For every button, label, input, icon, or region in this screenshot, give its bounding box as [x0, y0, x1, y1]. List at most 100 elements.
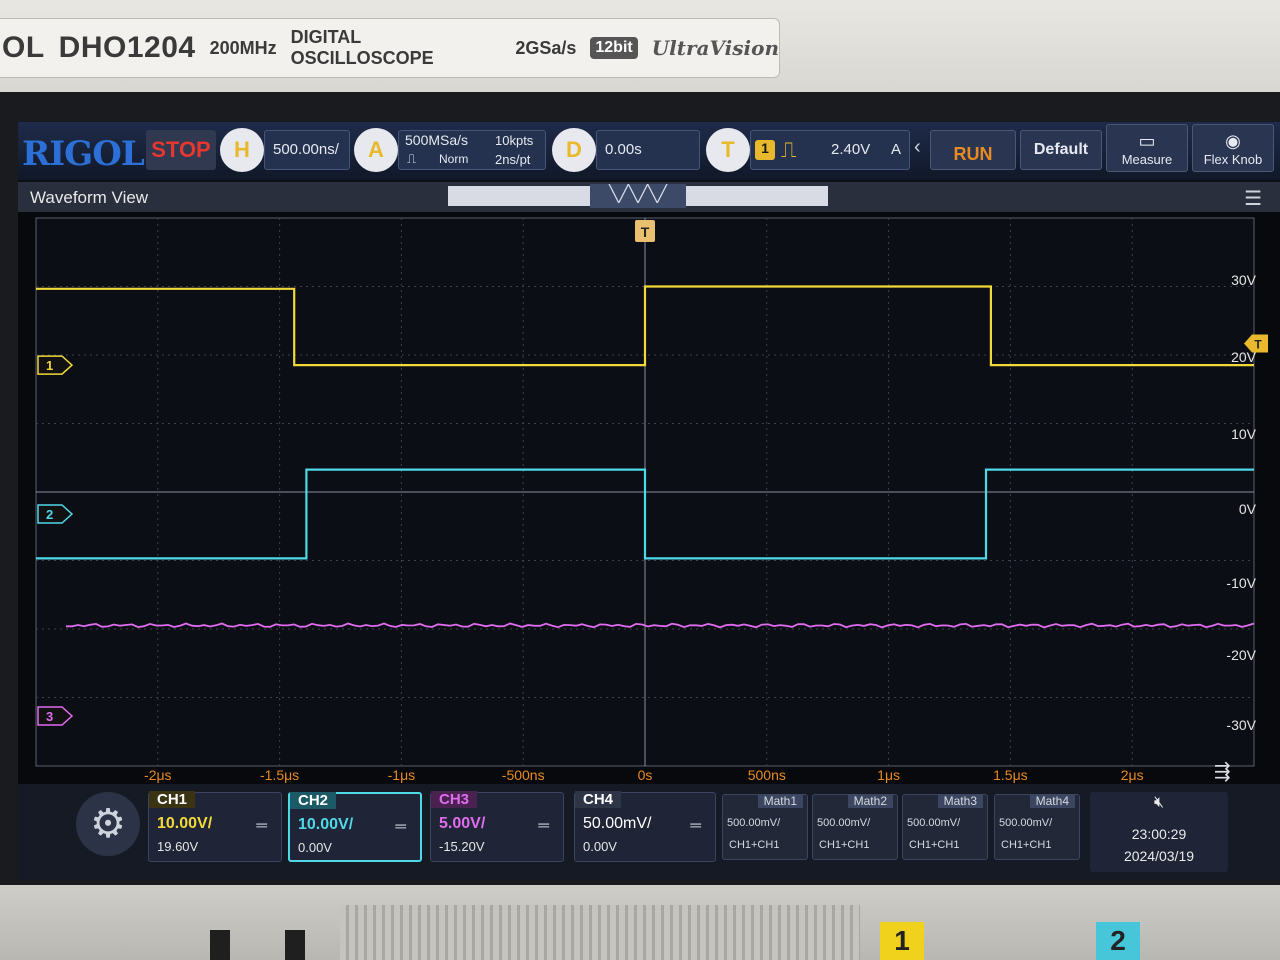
time-tick-label: 500ns [748, 767, 786, 783]
ch3-offset-marker-label: 3 [46, 709, 53, 724]
math3-source: CH1+CH1 [909, 839, 960, 851]
time-tick-label: 1μs [877, 767, 900, 783]
ch4-box[interactable]: CH4 50.00mV/ ═ 0.00V [574, 791, 716, 862]
voltage-tick-label: 30V [1231, 272, 1257, 288]
chevron-left-icon[interactable]: ‹ [914, 136, 921, 159]
delay-box[interactable]: 0.00s [596, 130, 700, 170]
trigger-source: 1 [755, 140, 775, 160]
run-button[interactable]: RUN [930, 130, 1016, 170]
clock-time: 23:00:29 [1131, 826, 1187, 842]
ch1-box[interactable]: CH1 10.00V/ ═ 19.60V [148, 791, 282, 862]
math2-box[interactable]: Math2 500.00mV/ CH1+CH1 [812, 794, 898, 860]
time-tick-label: -2μs [144, 767, 172, 783]
speaker-muted-icon[interactable]: 🔇︎ [1090, 794, 1228, 812]
acquire-box[interactable]: 500MSa/s ⎍ Norm 10kpts 2ns/pt [398, 130, 546, 170]
math2-source: CH1+CH1 [819, 839, 870, 851]
gear-icon[interactable]: ⚙ [76, 792, 140, 856]
time-tick-label: 2μs [1121, 767, 1144, 783]
oscilloscope-screen: RIGOL STOP H 500.00ns/ A 500MSa/s ⎍ Norm… [18, 122, 1280, 880]
timebase-value: 500.00ns/ [273, 141, 339, 158]
clock-date: 2024/03/19 [1123, 848, 1195, 864]
ch1-name: CH1 [149, 791, 196, 808]
bandwidth-label: 200MHz [209, 37, 277, 58]
math1-source: CH1+CH1 [729, 839, 780, 851]
knob-icon: ◉ [1225, 131, 1241, 151]
time-per-point-value: 2ns/pt [495, 152, 531, 167]
model-prefix: OL [2, 31, 45, 64]
math2-name: Math2 [847, 794, 893, 808]
trigger-level-value: 2.40V [831, 141, 871, 158]
ch3-box[interactable]: CH3 5.00V/ ═ -15.20V [430, 791, 564, 862]
ch2-name: CH2 [290, 792, 337, 809]
ch2-scale: 10.00V/ [298, 816, 354, 833]
default-button[interactable]: Default [1020, 130, 1102, 170]
brand-plate: OL DHO1204 200MHz DIGITAL OSCILLOSCOPE 2… [0, 18, 780, 78]
ultravision-logo: UltraVision [651, 36, 779, 60]
ch1-offset-marker-label: 1 [46, 358, 53, 373]
time-tick-label: -500ns [502, 767, 545, 783]
front-key[interactable] [285, 930, 305, 960]
ch3-coupling-icon: ═ [538, 817, 549, 834]
trigger-level-label: T [1254, 338, 1262, 352]
ch1-front-key[interactable]: 1 [880, 922, 924, 960]
ch1-scale: 10.00V/ [157, 815, 213, 832]
memory-depth-value: 10kpts [495, 133, 534, 148]
device-type-label: DIGITAL OSCILLOSCOPE [290, 27, 434, 68]
time-tick-label: -1.5μs [260, 767, 299, 783]
ch1-coupling-icon: ═ [256, 817, 267, 834]
flex-knob-button[interactable]: ◉ Flex Knob [1192, 124, 1274, 172]
voltage-tick-label: -30V [1226, 717, 1256, 733]
trigger-icon[interactable]: T [706, 128, 750, 172]
top-toolbar: RIGOL STOP H 500.00ns/ A 500MSa/s ⎍ Norm… [18, 122, 1280, 180]
math1-scale: 500.00mV/ [727, 817, 781, 829]
front-key[interactable] [210, 930, 230, 960]
ch2-front-key[interactable]: 2 [1096, 922, 1140, 960]
flex-knob-button-label: Flex Knob [1203, 152, 1263, 167]
ch2-box[interactable]: CH2 10.00V/ ═ 0.00V [288, 792, 422, 862]
horizontal-icon[interactable]: H [220, 128, 264, 172]
status-clock: 🔇︎ 23:00:29 2024/03/19 [1090, 792, 1228, 872]
math4-source: CH1+CH1 [1001, 839, 1052, 851]
bits-badge: 12bit [590, 37, 638, 59]
waveform-svg: 30V20V10V0V-10V-20V-30V-2μs -1.5μs -1μs -50… [35, 217, 1268, 783]
delay-icon[interactable]: D [552, 128, 596, 172]
measure-button-label: Measure [1121, 152, 1173, 167]
timebase-box[interactable]: 500.00ns/ [264, 130, 350, 170]
trigger-position-label: T [641, 224, 650, 240]
delay-value: 0.00s [605, 141, 642, 158]
time-tick-label: -1μs [388, 767, 416, 783]
ch1-offset: 19.60V [157, 839, 199, 854]
ch4-coupling-icon: ═ [690, 817, 701, 834]
waveform-position-marker[interactable]: ╲╱╲╱╲╱ [590, 184, 686, 208]
run-state-button[interactable]: STOP [146, 130, 216, 170]
ch4-scale: 50.00mV/ [583, 815, 652, 832]
sample-rate-value: 500MSa/s [405, 132, 469, 148]
math3-name: Math3 [937, 794, 983, 808]
math2-scale: 500.00mV/ [817, 817, 871, 829]
sample-rate-label: 2GSa/s [515, 37, 577, 58]
ch3-scale: 5.00V/ [439, 815, 486, 832]
voltage-tick-label: -10V [1226, 575, 1256, 591]
expand-icon: ⇶ [1214, 759, 1231, 783]
ruler-icon: ▭ [1138, 131, 1156, 151]
measure-button[interactable]: ▭ Measure [1106, 124, 1188, 172]
math3-scale: 500.00mV/ [907, 817, 961, 829]
math1-box[interactable]: Math1 500.00mV/ CH1+CH1 [722, 794, 808, 860]
time-tick-label: 1.5μs [993, 767, 1028, 783]
math3-box[interactable]: Math3 500.00mV/ CH1+CH1 [902, 794, 988, 860]
acquire-icon[interactable]: A [354, 128, 398, 172]
ch2-offset-marker-label: 2 [46, 507, 53, 522]
ch2-offset: 0.00V [298, 840, 332, 855]
menu-icon[interactable]: ☰ [1244, 186, 1262, 211]
math4-box[interactable]: Math4 500.00mV/ CH1+CH1 [994, 794, 1080, 860]
ch3-name: CH3 [431, 791, 478, 808]
math1-name: Math1 [757, 794, 803, 808]
ch4-name: CH4 [575, 791, 622, 808]
ch3-offset: -15.20V [439, 839, 485, 854]
waveform-plot[interactable]: 30V 20V 10V 0V -10V -20V -30V -2μs -1.5μs -1μs -50… [18, 212, 1280, 784]
acq-mode-value: Norm [439, 152, 469, 166]
trigger-box[interactable]: 1 ⎍ 2.40V A [750, 130, 910, 170]
channel-bar: ⚙ CH1 10.00V/ ═ 19.60V CH2 10.00V/ ═ 0.0… [18, 784, 1280, 880]
math4-scale: 500.00mV/ [999, 817, 1053, 829]
voltage-tick-label: -20V [1226, 647, 1256, 663]
